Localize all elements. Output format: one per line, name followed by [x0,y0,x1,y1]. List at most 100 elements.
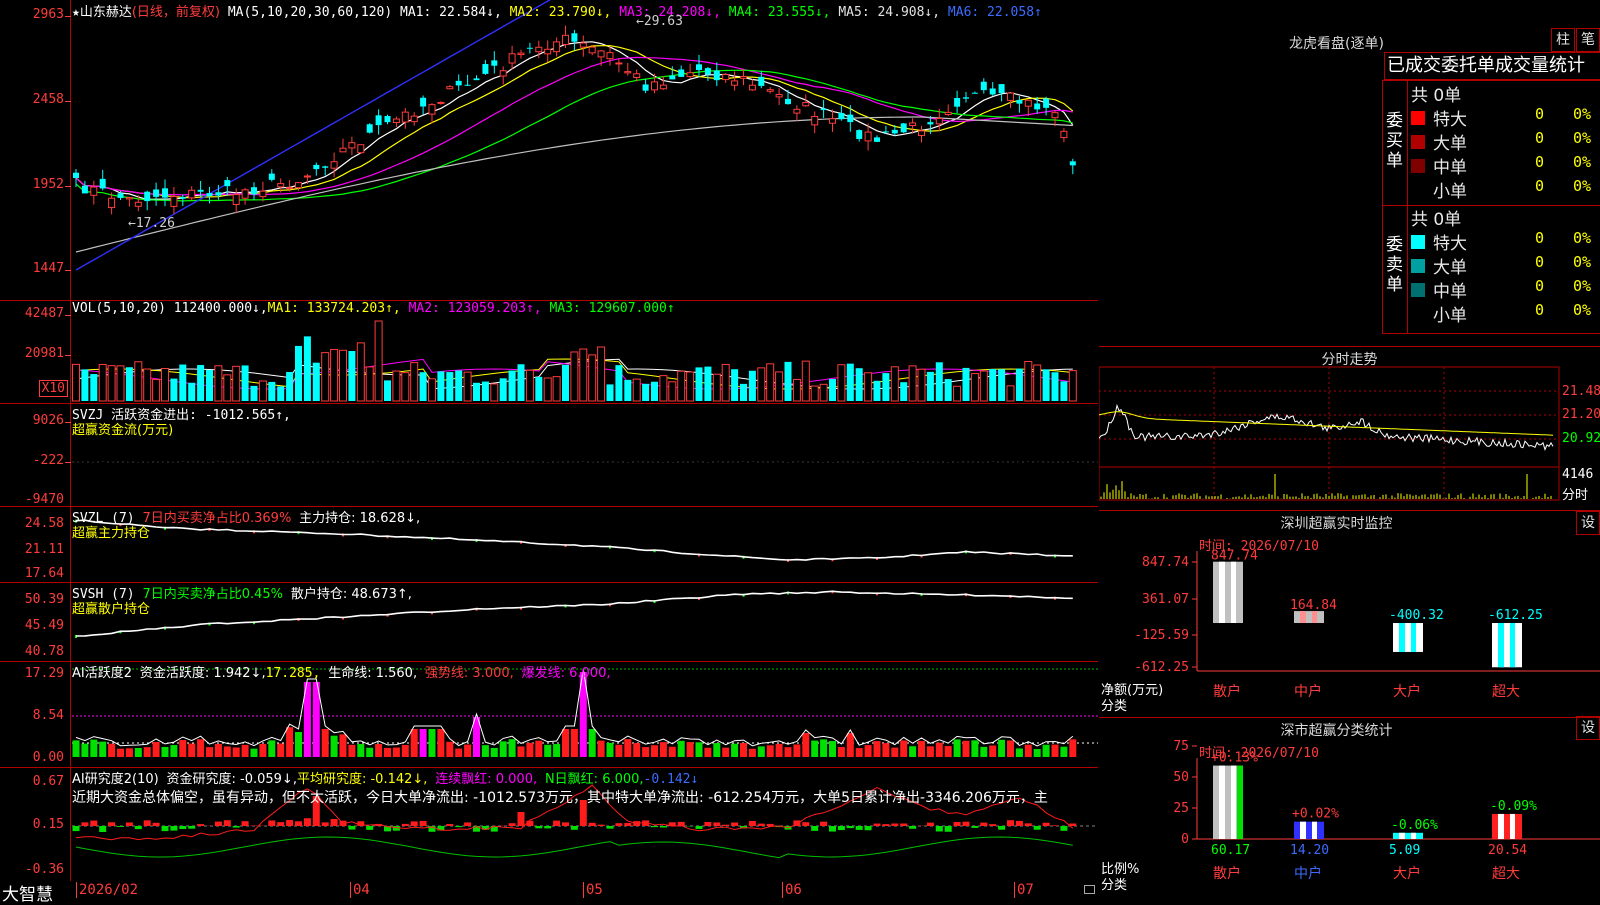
volume-bar [197,365,204,401]
activity-bar [615,745,622,757]
candle-body [696,64,702,70]
bar-part [1399,833,1405,839]
research-bar [802,822,809,826]
sz-stats-panel[interactable]: 深市超赢分类统计 设 时间: 2026/07/10 755025060.17散户… [1099,718,1600,900]
intraday-panel[interactable]: 分时走势 21.48 21.20 20.92 4146 分时 [1099,347,1600,511]
activity-bar [153,742,160,757]
research-bar [758,824,765,826]
row-name: 小单 [1433,177,1467,201]
buy-swatch-l [1411,135,1425,149]
ai-research-label: AI研究度2(10) [72,772,159,787]
flow-bar [128,456,131,462]
activity-bar [81,744,88,757]
activity-bar [989,746,996,757]
candle-body [465,85,471,86]
intraday-chart[interactable] [1099,347,1600,510]
flow-bar [822,457,825,462]
flow-bar [947,448,950,462]
sz-monitor-panel[interactable]: 深圳超赢实时监控 设 时间: 2026/07/10 847.74361.07-1… [1099,511,1600,718]
flow-bar [1054,460,1057,462]
ma5-value: MA5: 24.908↓, [838,5,940,20]
candle-body [571,33,577,41]
volume-bar [126,367,133,401]
volume-pane[interactable]: 42487 20981 X10 VOL(5,10,20) 112400.000↓… [0,300,1098,404]
main-position-pane[interactable]: 24.58 21.11 17.64 SVZL (7) 7日内买卖净占比0.369… [0,506,1098,583]
star-icon[interactable]: ★ [72,5,80,20]
activity-bar [669,747,676,757]
flow-bar [253,462,256,464]
activity-bar [847,733,854,757]
candle-body [536,47,542,51]
volume-bar [900,382,907,401]
research-bar [882,824,889,826]
volume-bar [598,347,605,401]
activity-bar [348,745,355,757]
volume-bar [411,363,418,401]
volume-bar [1025,361,1032,401]
flow-bar [911,462,914,466]
row-name: 中单 [1433,277,1467,301]
bar-part [1411,623,1416,652]
volume-bar [1060,381,1067,401]
research-bar [153,823,160,826]
candle-body [100,179,106,189]
volume-bar [607,384,614,401]
activity-bar [1034,749,1041,757]
volume-bar [802,361,809,401]
research-bar [535,826,542,828]
high-marker: ←29.63 [636,14,683,29]
flow-bar [671,456,674,462]
bar-view-button[interactable]: 柱 [1551,28,1575,52]
activity-bar [526,743,533,757]
retail-position-pane[interactable]: 50.39 45.49 40.78 SVSH (7) 7日内买卖净占比0.45%… [0,582,1098,662]
research-bar [126,822,133,826]
kline-pane[interactable]: 2963 2458 1952 1447 ★山东赫达(日线，前复权) MA(5,1… [0,0,1098,301]
activity-bar [491,748,498,757]
bar-value-label: 60.17 [1211,843,1250,858]
bar-part [1237,766,1243,839]
lock-icon[interactable] [1084,885,1095,894]
candle-body [438,102,444,103]
bar-part [1219,766,1225,839]
category-label: 大户 [1393,683,1421,700]
flow-bar [172,459,175,462]
volume-bar [651,382,658,401]
fund-flow-pane[interactable]: 9026 -222 -9470 SVZJ 活跃资金进出: -1012.565↑,… [0,403,1098,507]
candle-body [224,180,230,186]
flow-bar [146,459,149,462]
activity-bar [135,748,142,757]
flow-bar [1036,462,1039,470]
row-percent: 0% [1573,153,1591,177]
chart-mode[interactable]: (日线，前复权) [132,5,220,20]
research-bar [1052,825,1059,826]
activity-bar [678,741,685,757]
tick-view-button[interactable]: 笔 [1576,28,1600,52]
research-bar [998,826,1005,830]
sz-stats-chart: 755025060.17散户14.20中户5.09大户20.54超大+0.13%… [1099,718,1600,900]
candlestick-chart[interactable] [0,0,1098,300]
ma-line [76,42,1073,200]
ai-activity-pane[interactable]: 17.29 8.54 0.00 AI活跃度2 资金活跃度: 1.942↓,17.… [0,661,1098,768]
research-bar [242,821,249,826]
brand-logo[interactable]: 大智慧 [2,880,53,905]
volume-bar [758,368,765,401]
axis-note: 分类 [1101,695,1127,714]
research-bar [624,823,631,826]
activity-bar [687,742,694,757]
date-label: 05 [583,882,603,898]
candle-body [589,47,595,53]
volume-bar [188,383,195,401]
volume-bar [144,369,151,401]
candle-body [135,202,141,206]
row-name: 特大 [1433,105,1467,129]
sz-monitor-chart: 847.74361.07-125.59-612.25847.74散户164.84… [1099,511,1600,717]
activity-bar [971,740,978,757]
volume-bar [224,375,231,401]
y-label: -612.25 [1134,660,1189,675]
ai-active-label: AI活跃度2 [72,666,132,681]
ai-research-pane[interactable]: 0.67 0.15 -0.36 AI研究度2(10) 资金研究度: -0.059… [0,767,1098,882]
candle-body [847,115,853,122]
flow-bar [733,462,736,469]
flow-bar [760,462,763,465]
research-bar [731,822,738,826]
